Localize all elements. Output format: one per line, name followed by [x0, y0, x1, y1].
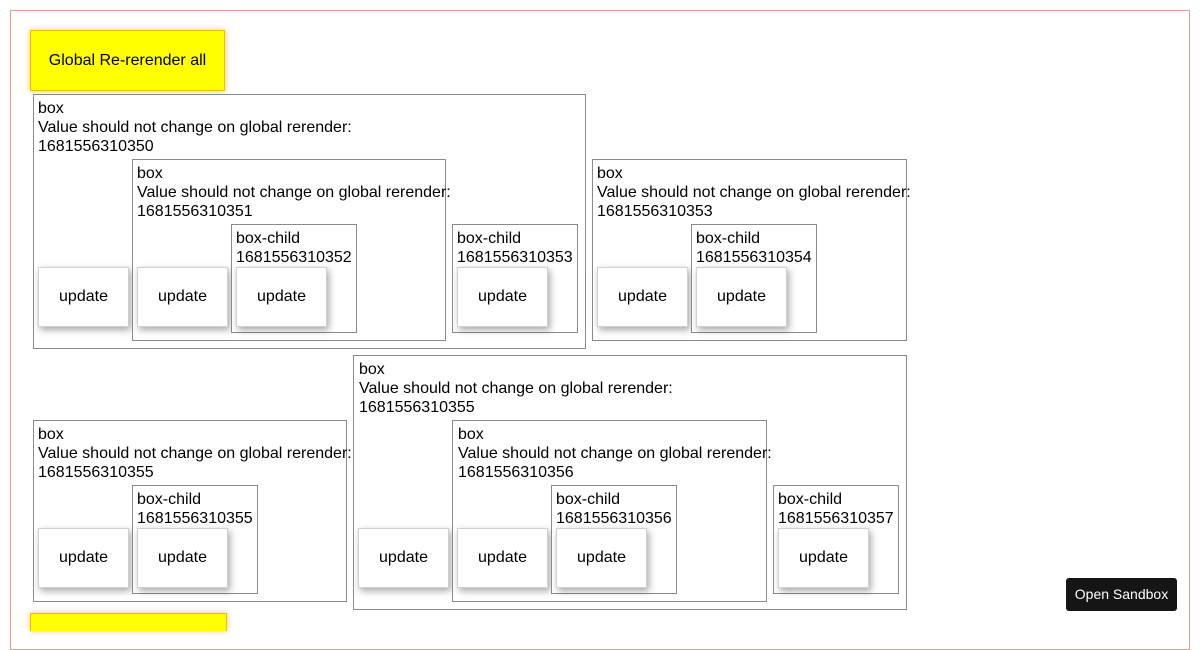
box-5-value: 1681556310355 — [359, 399, 475, 416]
box-child-5-update-button[interactable]: update — [556, 528, 647, 588]
box-2-value: 1681556310351 — [137, 203, 253, 220]
box-1-update-button[interactable]: update — [38, 267, 129, 327]
box-4-title: box — [38, 426, 64, 443]
box-3-title: box — [597, 165, 623, 182]
box-child-5-value: 1681556310356 — [556, 510, 672, 527]
global-rerender-button-partial[interactable] — [30, 613, 227, 631]
box-child-5-title: box-child — [556, 491, 621, 508]
box-5-title: box — [359, 361, 385, 378]
box-child-4-title: box-child — [137, 491, 202, 508]
box-child-4-value: 1681556310355 — [137, 510, 253, 527]
box-4-note: Value should not change on global rerend… — [38, 445, 352, 462]
box-3-value: 1681556310353 — [597, 203, 713, 220]
box-3-note: Value should not change on global rerend… — [597, 184, 911, 201]
box-3-update-button[interactable]: update — [597, 267, 688, 327]
open-sandbox-button[interactable]: Open Sandbox — [1066, 578, 1177, 611]
global-rerender-button[interactable]: Global Re-rerender all — [30, 30, 225, 91]
box-child-4-update-button[interactable]: update — [137, 528, 228, 588]
box-5-note: Value should not change on global rerend… — [359, 380, 673, 397]
box-2-title: box — [137, 165, 163, 182]
box-4-update-button[interactable]: update — [38, 528, 129, 588]
box-5-update-button[interactable]: update — [358, 528, 449, 588]
box-6-update-button[interactable]: update — [457, 528, 548, 588]
box-child-3-update-button[interactable]: update — [696, 267, 787, 327]
box-1-note: Value should not change on global rerend… — [38, 119, 352, 136]
box-2-update-button[interactable]: update — [137, 267, 228, 327]
box-child-6-update-button[interactable]: update — [778, 528, 869, 588]
box-6-value: 1681556310356 — [458, 464, 574, 481]
box-1-title: box — [38, 100, 64, 117]
box-child-6-title: box-child — [778, 491, 843, 508]
box-4-value: 1681556310355 — [38, 464, 154, 481]
box-2-note: Value should not change on global rerend… — [137, 184, 451, 201]
box-child-3-value: 1681556310354 — [696, 249, 812, 266]
box-child-1-value: 1681556310352 — [236, 249, 352, 266]
box-child-2-update-button[interactable]: update — [457, 267, 548, 327]
box-child-2-value: 1681556310353 — [457, 249, 573, 266]
box-child-1-update-button[interactable]: update — [236, 267, 327, 327]
box-child-2-title: box-child — [457, 230, 522, 247]
box-6-title: box — [458, 426, 484, 443]
box-child-1-title: box-child — [236, 230, 301, 247]
box-child-3-title: box-child — [696, 230, 761, 247]
box-6-note: Value should not change on global rerend… — [458, 445, 772, 462]
box-1-value: 1681556310350 — [38, 138, 154, 155]
box-child-6-value: 1681556310357 — [778, 510, 894, 527]
